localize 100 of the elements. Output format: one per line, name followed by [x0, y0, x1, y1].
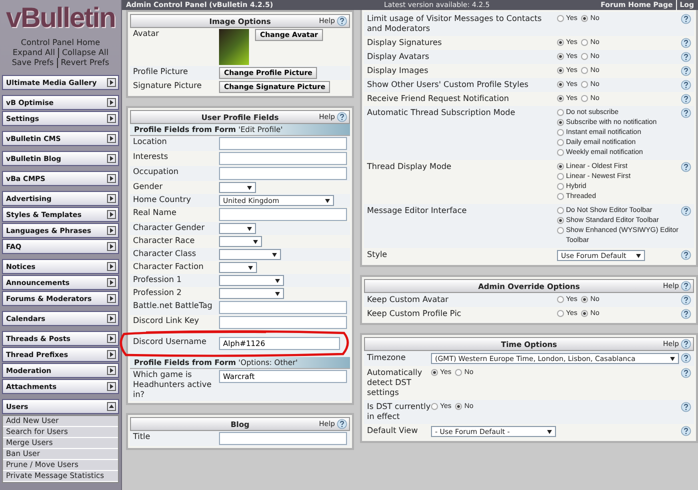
setting-label: Keep Custom Profile Pic	[367, 309, 462, 319]
help-icon[interactable]	[681, 368, 691, 378]
sidebar-link[interactable]: Control Panel Home	[20, 38, 100, 48]
radio-button[interactable]	[557, 95, 564, 102]
input-field[interactable]	[219, 301, 347, 314]
radio-button[interactable]	[557, 15, 564, 22]
setting-label: Style	[367, 250, 388, 260]
expand-arrow-icon[interactable]	[107, 154, 116, 163]
radio-button[interactable]	[557, 149, 564, 156]
help-icon[interactable]	[681, 309, 691, 319]
field-label: Avatar	[133, 29, 160, 39]
help-icon[interactable]	[681, 295, 691, 305]
help-icon[interactable]	[681, 162, 691, 172]
radio-button[interactable]	[557, 173, 564, 180]
input-field[interactable]	[219, 152, 347, 165]
dropdown[interactable]	[219, 262, 257, 273]
setting-label: Automatic Thread Subscription Mode	[367, 108, 516, 118]
radio-button[interactable]	[557, 39, 564, 46]
expand-arrow-icon[interactable]	[107, 366, 116, 375]
radio-button[interactable]	[581, 53, 588, 60]
radio-button[interactable]	[557, 129, 564, 136]
expand-arrow-icon[interactable]	[107, 314, 116, 323]
radio-button[interactable]	[455, 369, 462, 376]
expand-arrow-icon[interactable]	[107, 226, 116, 235]
radio-button[interactable]	[557, 53, 564, 60]
help-icon[interactable]	[681, 66, 691, 76]
radio-button[interactable]	[557, 163, 564, 170]
sidebar-link[interactable]: Expand All	[12, 48, 55, 58]
field-label: Interests	[133, 152, 169, 162]
expand-arrow-icon[interactable]	[107, 262, 116, 271]
collapse-arrow-icon[interactable]	[107, 402, 116, 411]
radio-button[interactable]	[581, 95, 588, 102]
help-icon[interactable]	[681, 52, 691, 62]
setting-label: Receive Friend Request Notification	[367, 94, 510, 104]
dropdown[interactable]	[219, 223, 256, 234]
expand-arrow-icon[interactable]	[107, 194, 116, 203]
radio-button[interactable]	[581, 67, 588, 74]
help-icon[interactable]	[681, 353, 691, 363]
radio-button[interactable]	[431, 369, 438, 376]
radio-button[interactable]	[581, 296, 588, 303]
setting-label: Limit usage of Visitor Messages to Contacts and Moderators	[367, 14, 543, 34]
expand-arrow-icon[interactable]	[107, 174, 116, 183]
help-icon[interactable]	[681, 108, 691, 118]
radio-button[interactable]	[455, 403, 462, 410]
input-field[interactable]	[219, 167, 347, 180]
radio-button[interactable]	[431, 403, 438, 410]
input-field[interactable]	[219, 432, 347, 445]
expand-arrow-icon[interactable]	[107, 134, 116, 143]
help-icon[interactable]	[681, 281, 691, 291]
sidebar-link[interactable]: Save Prefs	[12, 58, 54, 68]
radio-button[interactable]	[581, 15, 588, 22]
setting-label: Timezone	[367, 353, 407, 363]
expand-arrow-icon[interactable]	[107, 98, 116, 107]
help-icon[interactable]	[337, 419, 347, 429]
help-icon[interactable]	[681, 206, 691, 216]
radio-button[interactable]	[581, 39, 588, 46]
sidebar-link[interactable]: Revert Prefs	[56, 58, 110, 68]
help-icon[interactable]	[681, 402, 691, 412]
expand-arrow-icon[interactable]	[107, 334, 116, 343]
radio-button[interactable]	[557, 217, 564, 224]
help-icon[interactable]	[681, 426, 691, 436]
dropdown[interactable]	[219, 182, 256, 193]
expand-arrow-icon[interactable]	[107, 278, 116, 287]
radio-button[interactable]	[581, 310, 588, 317]
help-icon[interactable]	[681, 94, 691, 104]
radio-button[interactable]	[557, 183, 564, 190]
expand-arrow-icon[interactable]	[107, 242, 116, 251]
expand-arrow-icon[interactable]	[107, 350, 116, 359]
help-icon[interactable]	[681, 339, 691, 349]
input-field[interactable]	[219, 137, 347, 150]
radio-button[interactable]	[557, 139, 564, 146]
caret-icon	[247, 186, 252, 190]
expand-arrow-icon[interactable]	[107, 210, 116, 219]
radio-button[interactable]	[557, 67, 564, 74]
help-icon[interactable]	[681, 80, 691, 90]
help-icon[interactable]	[681, 38, 691, 48]
radio-button[interactable]	[557, 227, 564, 234]
radio-button[interactable]	[557, 296, 564, 303]
setting-label: Display Images	[367, 66, 430, 76]
input-field[interactable]	[219, 316, 347, 329]
input-field[interactable]	[219, 208, 347, 221]
help-icon[interactable]	[337, 16, 347, 26]
help-icon[interactable]	[681, 14, 691, 24]
sidebar-link[interactable]: Collapse All	[58, 48, 108, 58]
expand-arrow-icon[interactable]	[107, 294, 116, 303]
expand-arrow-icon[interactable]	[107, 78, 116, 87]
expand-arrow-icon[interactable]	[107, 382, 116, 391]
radio-button[interactable]	[557, 81, 564, 88]
radio-button[interactable]	[557, 109, 564, 116]
expand-arrow-icon[interactable]	[107, 114, 116, 123]
radio-button[interactable]	[557, 193, 564, 200]
radio-button[interactable]	[557, 310, 564, 317]
setting-label: Is DST currently in effect	[367, 402, 431, 422]
help-icon[interactable]	[337, 112, 347, 122]
radio-button[interactable]	[557, 119, 564, 126]
radio-button[interactable]	[581, 81, 588, 88]
caret-icon	[253, 240, 258, 244]
radio-button[interactable]	[557, 207, 564, 214]
setting-label: Automatically detect DST settings	[367, 368, 424, 398]
help-icon[interactable]	[681, 250, 691, 260]
